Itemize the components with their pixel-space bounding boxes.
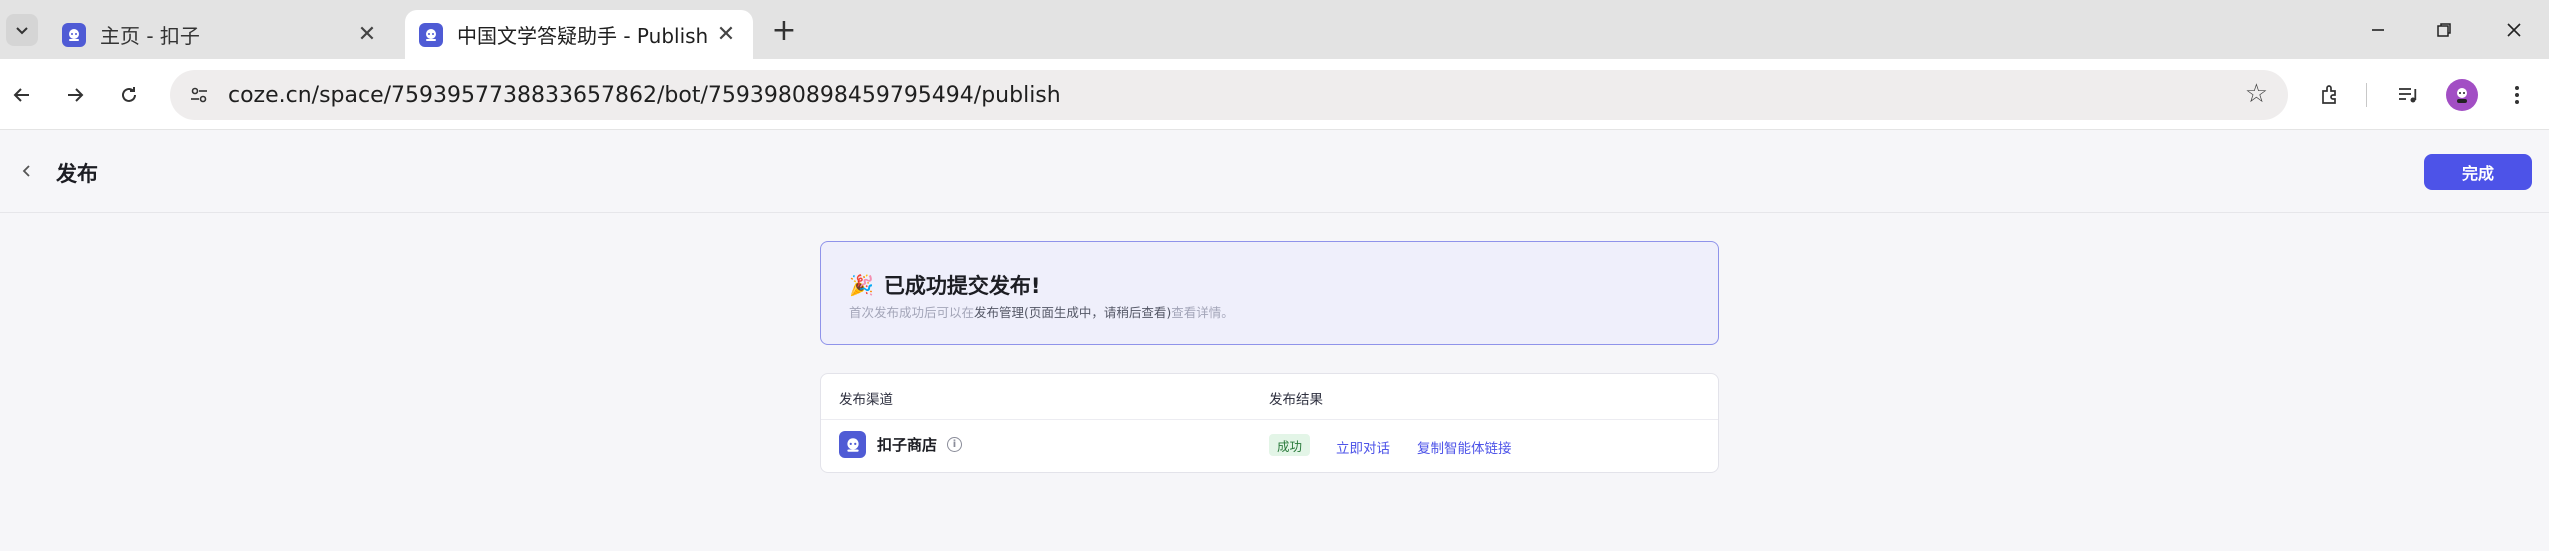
extensions-icon[interactable] — [2312, 77, 2348, 113]
desc-prefix: 首次发布成功后可以在 — [849, 305, 975, 320]
back-button[interactable] — [4, 77, 40, 113]
publish-management-link[interactable]: 发布管理(页面生成中，请稍后查看) — [974, 305, 1171, 320]
profile-avatar[interactable] — [2446, 79, 2478, 111]
chevron-left-icon — [22, 165, 30, 177]
browser-menu-icon[interactable] — [2499, 77, 2535, 113]
success-title: 已成功提交发布! — [883, 274, 1041, 298]
tab-title: 中国文学答疑助手 - Publish — [457, 24, 709, 48]
minimize-icon — [2372, 29, 2384, 31]
arrow-right-icon — [68, 88, 84, 102]
chevron-down-icon — [16, 27, 28, 35]
close-icon[interactable]: ✕ — [713, 22, 739, 48]
coze-logo-icon — [62, 22, 86, 47]
restore-button[interactable] — [2424, 10, 2464, 50]
info-icon[interactable]: i — [947, 437, 963, 452]
tab-search-button[interactable] — [6, 14, 38, 46]
back-nav-button[interactable] — [12, 156, 42, 186]
browser-tab-bar: 主页 - 扣子 ✕ 中国文学答疑助手 - Publish ✕ + — [0, 0, 2549, 59]
tab-home[interactable]: 主页 - 扣子 ✕ — [48, 10, 394, 59]
column-header-channel: 发布渠道 — [839, 392, 893, 408]
url-text: coze.cn/space/7593957738833657862/bot/75… — [228, 82, 1061, 108]
browser-toolbar: coze.cn/space/7593957738833657862/bot/75… — [0, 59, 2549, 130]
publish-results-table: 发布渠道 发布结果 扣子商店 i 成功 立即对话 复制智能体链接 — [820, 373, 1719, 473]
column-header-result: 发布结果 — [1269, 392, 1323, 408]
row-divider — [821, 419, 1718, 420]
chat-now-link[interactable]: 立即对话 — [1336, 437, 1390, 457]
new-tab-button[interactable]: + — [768, 13, 800, 48]
site-settings-icon[interactable] — [182, 78, 216, 112]
forward-button[interactable] — [57, 77, 93, 113]
window-close-button[interactable] — [2494, 10, 2534, 50]
app-header: 发布 完成 — [0, 130, 2549, 213]
done-button[interactable]: 完成 — [2424, 154, 2532, 190]
close-icon[interactable]: ✕ — [354, 22, 380, 48]
tab-title: 主页 - 扣子 — [100, 24, 200, 48]
toolbar-divider — [2366, 83, 2367, 107]
party-popper-icon: 🎉 — [849, 273, 874, 297]
page-title: 发布 — [56, 162, 98, 186]
arrow-left-icon — [13, 88, 29, 102]
reload-button[interactable] — [111, 77, 147, 113]
user-avatar-icon — [2457, 88, 2467, 103]
close-icon — [2507, 23, 2521, 37]
success-description: 首次发布成功后可以在发布管理(页面生成中，请稍后查看)查看详情。 — [849, 302, 1234, 321]
table-row: 扣子商店 i — [839, 431, 963, 458]
restore-icon — [2437, 23, 2451, 37]
success-banner: 🎉 已成功提交发布! 首次发布成功后可以在发布管理(页面生成中，请稍后查看)查看… — [820, 241, 1719, 345]
status-badge: 成功 — [1269, 434, 1311, 456]
success-title-row: 🎉 已成功提交发布! — [849, 270, 1040, 300]
media-playlist-icon[interactable] — [2390, 77, 2426, 113]
reload-icon — [122, 87, 136, 102]
coze-store-logo-icon — [839, 431, 866, 458]
copy-agent-link[interactable]: 复制智能体链接 — [1417, 437, 1512, 457]
tab-publish[interactable]: 中国文学答疑助手 - Publish ✕ — [405, 10, 753, 59]
desc-suffix: 查看详情。 — [1171, 305, 1234, 320]
minimize-button[interactable] — [2358, 10, 2398, 50]
bookmark-star-icon[interactable]: ☆ — [2245, 79, 2268, 109]
channel-name: 扣子商店 — [877, 436, 938, 454]
address-bar[interactable]: coze.cn/space/7593957738833657862/bot/75… — [170, 70, 2288, 120]
coze-logo-icon — [419, 22, 443, 47]
